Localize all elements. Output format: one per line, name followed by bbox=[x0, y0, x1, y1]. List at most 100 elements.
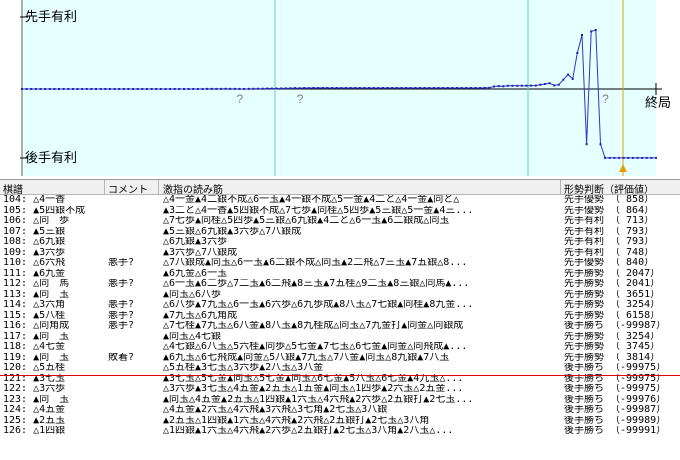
row-pv: △4五金▲2六玉△4六飛▲3六飛△3七角▲2七玉△3八銀 bbox=[163, 405, 555, 416]
evaluation-point bbox=[169, 88, 171, 90]
row-eval: 先手勝勢 （ 2041） bbox=[564, 279, 676, 290]
table-row[interactable]: 115: ▲5八桂悪手?▲7九玉△6九角成先手勝勢 （ 6158） bbox=[0, 311, 680, 322]
table-row[interactable]: 124: △4五金△4五金▲2六玉△4六飛▲3六飛△3七角▲2七玉△3八銀後手勝… bbox=[0, 405, 680, 416]
evaluation-point bbox=[488, 87, 490, 89]
table-row[interactable]: 109: ▲3六歩▲3六歩△7八銀成先手有利 （ 748） bbox=[0, 248, 680, 259]
evaluation-point bbox=[160, 88, 162, 90]
evaluation-point bbox=[95, 88, 97, 90]
row-move: 125: ▲2五玉 bbox=[3, 416, 103, 427]
evaluation-point bbox=[132, 88, 134, 90]
evaluation-point bbox=[252, 88, 254, 90]
row-move: 115: ▲5八桂 bbox=[3, 311, 103, 322]
evaluation-point bbox=[276, 88, 278, 90]
header-move[interactable]: 棋譜 bbox=[3, 181, 23, 196]
evaluation-point bbox=[451, 87, 453, 89]
row-eval: 先手勝勢 （ 6158） bbox=[564, 311, 676, 322]
questionable-move-mark: ? bbox=[297, 92, 304, 106]
row-eval: 先手勝勢 （ 3745） bbox=[564, 342, 676, 353]
header-eval[interactable]: 形勢判断（評価値） bbox=[564, 181, 654, 196]
row-eval: 後手勝ち （-99989） bbox=[564, 416, 676, 427]
table-row[interactable]: 116: △同角成悪手?△7七桂▲7九玉△6八金▲8八玉▲8九桂成△同玉△7九金… bbox=[0, 321, 680, 332]
row-pv: △7八銀成▲同玉△6一玉▲6二銀不成△同玉▲2二飛△7三玉▲7五銀△8... bbox=[163, 258, 555, 269]
table-row[interactable]: 126: △1四銀△1四銀▲1六玉△4六飛▲2六歩△2五銀打▲2七玉△3八角▲2… bbox=[0, 426, 680, 437]
table-row[interactable]: 123: ▲同 玉▲同玉△4五金▲2五玉△1四銀▲1六玉△4六飛▲2六歩△2五銀… bbox=[0, 395, 680, 406]
table-row[interactable]: 114: △3六角悪手?△6八歩▲7九玉△6一玉▲6六歩△6九歩成▲8八玉△7七… bbox=[0, 300, 680, 311]
evaluation-point bbox=[243, 88, 245, 90]
evaluation-point bbox=[350, 87, 352, 89]
row-eval: 先手有利 （ 713） bbox=[564, 216, 676, 227]
evaluation-point bbox=[479, 87, 481, 89]
evaluation-graph[interactable]: ??????? 先手有利 後手有利 終局 bbox=[0, 0, 680, 178]
evaluation-point bbox=[326, 87, 328, 89]
evaluation-point bbox=[331, 87, 333, 89]
table-row[interactable]: 107: ▲5三銀▲5三銀△6九銀▲3六歩△7八銀成先手有利 （ 793） bbox=[0, 227, 680, 238]
table-row[interactable]: 120: △5五桂△5五桂▲3七玉△3六歩▲2八玉△3八金後手勝ち （-9997… bbox=[0, 363, 680, 374]
table-row[interactable]: 119: ▲同 玉敗着?▲6九玉△6七飛成▲同金△5八銀▲7九玉△7八金▲同玉△… bbox=[0, 353, 680, 364]
row-pv: △4七銀△6八玉△5六桂▲同歩△5七金▲7七玉△6七金▲同金△同飛成▲... bbox=[163, 342, 555, 353]
evaluation-point bbox=[600, 143, 602, 145]
row-eval: 後手勝ち （-99991） bbox=[564, 426, 676, 437]
evaluation-point bbox=[239, 88, 241, 90]
evaluation-point bbox=[576, 52, 578, 54]
evaluation-point bbox=[558, 84, 560, 86]
evaluation-point bbox=[86, 88, 88, 90]
table-row[interactable]: 111: ▲6九金▲6九金△6一玉先手勝勢 （ 2047） bbox=[0, 269, 680, 280]
evaluation-point bbox=[271, 88, 273, 90]
table-row[interactable]: 117: ▲同 玉▲同玉△4七銀先手勝勢 （ 3254） bbox=[0, 332, 680, 343]
row-eval: 先手勝勢 （ 3254） bbox=[564, 300, 676, 311]
evaluation-point bbox=[340, 87, 342, 89]
row-pv: ▲3六歩△7八銀成 bbox=[163, 248, 555, 259]
table-row[interactable]: 122: △3六歩△3六歩▲3七玉△4五金▲2五玉△1五金▲同玉△1四歩▲2六玉… bbox=[0, 384, 680, 395]
evaluation-point bbox=[627, 157, 629, 159]
table-row[interactable]: 118: △4七金△4七銀△6八玉△5六桂▲同歩△5七金▲7七玉△6七金▲同金△… bbox=[0, 342, 680, 353]
row-pv: ▲2五玉△1四銀▲1六玉△4六飛▲2六飛△2五銀打▲2七玉△3八角 bbox=[163, 416, 555, 427]
row-eval: 後手勝ち （-99975） bbox=[564, 363, 676, 374]
evaluation-point bbox=[562, 79, 564, 81]
header-divider[interactable] bbox=[104, 180, 105, 194]
row-move: 123: ▲同 玉 bbox=[3, 395, 103, 406]
move-list-table[interactable]: 棋譜 コメント 激指の読み筋 形勢判断（評価値） 104: △4一香△4一金▲4… bbox=[0, 179, 680, 460]
evaluation-point bbox=[81, 88, 83, 90]
evaluation-point bbox=[266, 88, 268, 90]
evaluation-point bbox=[183, 88, 185, 90]
evaluation-point bbox=[387, 87, 389, 89]
table-row[interactable]: 106: △同 歩△7七歩▲同桂△5四歩▲5三銀△6九銀▲4二と△6一玉▲6二銀… bbox=[0, 216, 680, 227]
row-pv: △1四銀▲1六玉△4六飛▲2六歩△2五銀打▲2七玉△3八角▲2八玉△... bbox=[163, 426, 555, 437]
evaluation-point bbox=[72, 88, 74, 90]
table-row[interactable]: 113: ▲同 玉▲同玉△6八歩先手勝勢 （ 3651） bbox=[0, 290, 680, 301]
table-row[interactable]: 105: ▲5四銀不成▲3二と△4一香▲5四銀不成△7七歩▲同桂△5四歩▲5三銀… bbox=[0, 206, 680, 217]
table-row[interactable]: 104: △4一香△4一金▲4二銀不成△6一玉▲4一銀不成△5一金▲4二と△4一… bbox=[0, 195, 680, 206]
table-row[interactable]: 108: △6九銀△6九銀▲3六歩先手有利 （ 793） bbox=[0, 237, 680, 248]
row-eval: 先手優勢 （ 864） bbox=[564, 206, 676, 217]
header-comment[interactable]: コメント bbox=[108, 181, 148, 196]
row-move: 122: △3六歩 bbox=[3, 384, 103, 395]
evaluation-graph-canvas[interactable]: ??????? 先手有利 後手有利 終局 bbox=[0, 0, 680, 178]
evaluation-point bbox=[632, 157, 634, 159]
evaluation-point bbox=[127, 88, 129, 90]
evaluation-point bbox=[590, 30, 592, 32]
evaluation-point bbox=[308, 87, 310, 89]
evaluation-point bbox=[109, 88, 111, 90]
evaluation-point bbox=[192, 88, 194, 90]
table-row[interactable]: 110: △6六飛悪手?△7八銀成▲同玉△6一玉▲6二銀不成△同玉▲2二飛△7三… bbox=[0, 258, 680, 269]
evaluation-point bbox=[641, 157, 643, 159]
table-row[interactable]: 125: ▲2五玉 ▲2五玉△1四銀▲1六玉△4六飛▲2六飛△2五銀打▲2七玉△3… bbox=[0, 416, 680, 427]
header-divider[interactable] bbox=[560, 180, 561, 194]
evaluation-point bbox=[613, 157, 615, 159]
row-eval: 後手勝ち （-99976） bbox=[564, 395, 676, 406]
evaluation-point bbox=[516, 85, 518, 87]
row-comment: 敗着? bbox=[108, 353, 158, 364]
evaluation-point bbox=[35, 88, 37, 90]
row-pv: ▲7九玉△6九角成 bbox=[163, 311, 555, 322]
evaluation-point bbox=[336, 87, 338, 89]
evaluation-point bbox=[178, 88, 180, 90]
evaluation-point bbox=[21, 88, 23, 90]
header-divider[interactable] bbox=[158, 180, 159, 194]
table-row[interactable]: 112: △同 馬悪手?△6一玉▲6二歩△7二玉▲6二飛▲8三玉▲7五桂△9二玉… bbox=[0, 279, 680, 290]
row-eval: 後手勝ち （-99987） bbox=[564, 405, 676, 416]
evaluation-point bbox=[650, 157, 652, 159]
evaluation-point bbox=[188, 88, 190, 90]
header-pv[interactable]: 激指の読み筋 bbox=[163, 181, 223, 196]
evaluation-point bbox=[359, 87, 361, 89]
row-comment: 悪手? bbox=[108, 300, 158, 311]
